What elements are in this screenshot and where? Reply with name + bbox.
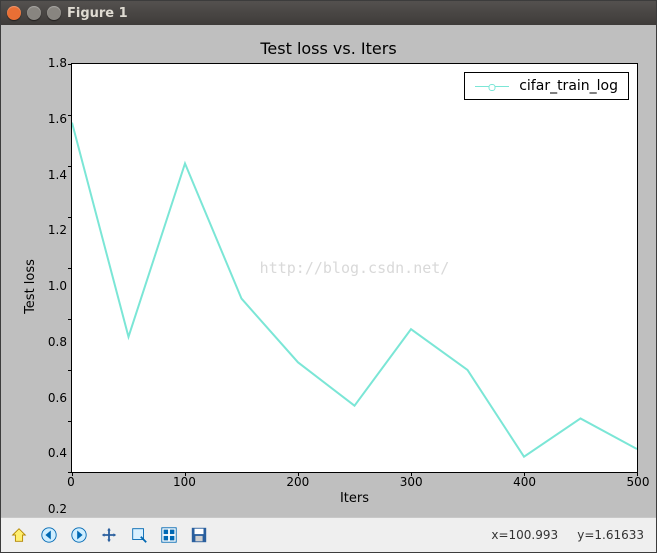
y-tick-label: 0.6 — [48, 391, 67, 405]
forward-button[interactable] — [65, 521, 93, 549]
maximize-icon[interactable] — [47, 6, 61, 20]
close-icon[interactable] — [7, 6, 21, 20]
line-plot — [72, 64, 637, 472]
subplots-button[interactable] — [155, 521, 183, 549]
home-button[interactable] — [5, 521, 33, 549]
y-tick-label: 1.8 — [48, 56, 67, 70]
y-tick-label: 1.6 — [48, 112, 67, 126]
y-tick-label: 1.0 — [48, 279, 67, 293]
x-tick-label: 100 — [173, 475, 196, 489]
x-tick-label: 300 — [400, 475, 423, 489]
pan-button[interactable] — [95, 521, 123, 549]
y-tick-label: 0.4 — [48, 446, 67, 460]
y-ticks: 0.20.40.60.81.01.21.41.61.8 — [41, 63, 71, 509]
x-axis-label: Iters — [71, 491, 638, 509]
toolbar: x=100.993 y=1.61633 — [1, 517, 656, 552]
axes[interactable]: http://blog.csdn.net/ cifar_train_log — [71, 63, 638, 473]
back-button[interactable] — [35, 521, 63, 549]
save-button[interactable] — [185, 521, 213, 549]
minimize-icon[interactable] — [27, 6, 41, 20]
y-tick-label: 1.2 — [48, 223, 67, 237]
chart-title: Test loss vs. Iters — [19, 39, 638, 63]
x-tick-label: 0 — [67, 475, 75, 489]
y-tick-label: 1.4 — [48, 168, 67, 182]
titlebar[interactable]: Figure 1 — [1, 1, 656, 25]
plot-zone: Test loss 0.20.40.60.81.01.21.41.61.8 ht… — [19, 63, 638, 509]
cursor-coords: x=100.993 y=1.61633 — [491, 528, 652, 542]
y-tick-label: 0.2 — [48, 502, 67, 516]
y-tick-label: 0.8 — [48, 335, 67, 349]
legend-line-icon — [475, 86, 509, 87]
y-axis-label: Test loss — [23, 259, 38, 314]
x-tick-label: 200 — [286, 475, 309, 489]
legend-label: cifar_train_log — [519, 78, 618, 94]
x-ticks: 0100200300400500 — [71, 473, 638, 491]
figure-window: Figure 1 Test loss vs. Iters Test loss 0… — [0, 0, 657, 553]
window-title: Figure 1 — [67, 6, 128, 21]
x-tick-label: 400 — [513, 475, 536, 489]
figure-canvas: Test loss vs. Iters Test loss 0.2 0.4 0.6 0… — [1, 25, 656, 517]
legend: cifar_train_log — [464, 72, 629, 100]
zoom-button[interactable] — [125, 521, 153, 549]
x-tick-label: 500 — [627, 475, 650, 489]
